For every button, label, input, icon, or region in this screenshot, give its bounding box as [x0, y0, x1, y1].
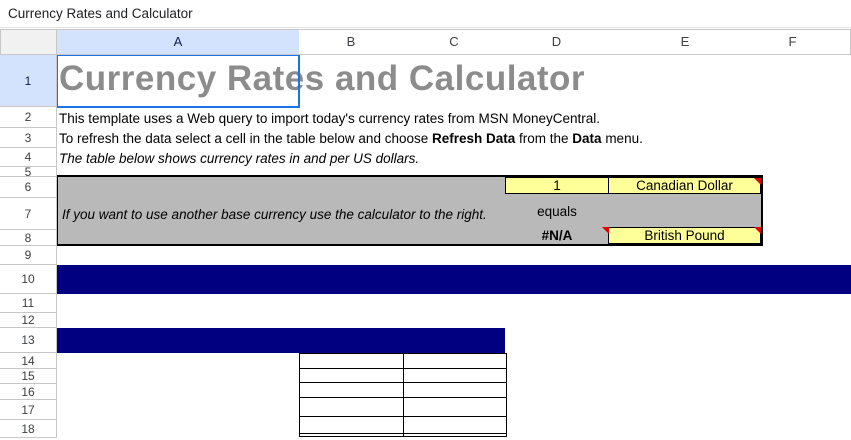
row-header-12[interactable]: 12	[0, 313, 57, 328]
to-currency-cell[interactable]: British Pound	[608, 227, 761, 244]
row-header-14[interactable]: 14	[0, 353, 57, 369]
column-header-E[interactable]: E	[608, 29, 763, 55]
empty-cell[interactable]	[300, 383, 404, 398]
row-header-8[interactable]: 8	[0, 230, 57, 246]
data-menu-label: Data	[572, 131, 601, 146]
column-headers: ABCDEF	[0, 29, 851, 55]
currency-rates-table	[299, 353, 507, 437]
navy-banner-row13[interactable]	[57, 328, 505, 353]
row-header-13[interactable]: 13	[0, 328, 57, 353]
empty-cell[interactable]	[300, 417, 404, 434]
empty-cell[interactable]	[404, 369, 507, 383]
row-header-15[interactable]: 15	[0, 369, 57, 384]
comment-indicator-icon	[602, 227, 609, 234]
row-headers: 123456789101112131415161718	[0, 55, 57, 438]
empty-cell[interactable]	[300, 354, 404, 369]
empty-cell[interactable]	[300, 434, 404, 437]
instruction-line-2: To refresh the data select a cell in the…	[59, 131, 643, 146]
row-header-2[interactable]: 2	[0, 107, 57, 128]
table-row	[300, 383, 507, 398]
row-header-17[interactable]: 17	[0, 400, 57, 420]
row-header-5[interactable]: 5	[0, 167, 57, 177]
empty-cell[interactable]	[404, 434, 507, 437]
instruction-line-1: This template uses a Web query to import…	[59, 111, 600, 126]
column-header-F[interactable]: F	[762, 29, 824, 55]
column-header-A[interactable]: A	[57, 29, 300, 55]
equals-label: equals	[505, 202, 609, 222]
currency-calculator-box: If you want to use another base currency…	[57, 175, 763, 246]
document-titlebar: Currency Rates and Calculator	[0, 0, 851, 28]
result-cell[interactable]: #N/A	[505, 227, 609, 244]
table-row	[300, 434, 507, 437]
refresh-data-label: Refresh Data	[432, 131, 515, 146]
comment-indicator-icon	[754, 227, 761, 234]
empty-cell[interactable]	[404, 383, 507, 398]
document-title: Currency Rates and Calculator	[8, 0, 193, 28]
row-header-3[interactable]: 3	[0, 128, 57, 148]
instruction-line-3: The table below shows currency rates in …	[59, 151, 419, 166]
row-header-18[interactable]: 18	[0, 420, 57, 438]
instruction-line-2-post: menu.	[602, 131, 643, 146]
column-header-partial[interactable]	[823, 29, 851, 55]
table-row	[300, 354, 507, 369]
sheet-heading-text: Currency Rates and Calculator	[59, 59, 585, 99]
comment-indicator-icon	[754, 178, 761, 185]
empty-cell[interactable]	[300, 369, 404, 383]
empty-cell[interactable]	[404, 398, 507, 417]
instruction-line-2-mid: from the	[515, 131, 572, 146]
from-currency-cell[interactable]: Canadian Dollar	[608, 177, 761, 194]
column-header-C[interactable]: C	[403, 29, 506, 55]
row-header-9[interactable]: 9	[0, 246, 57, 265]
navy-banner-row10[interactable]	[57, 265, 851, 294]
row-header-6[interactable]: 6	[0, 177, 57, 198]
empty-cell[interactable]	[404, 417, 507, 434]
table-row	[300, 398, 507, 417]
table-row	[300, 369, 507, 383]
select-all-corner[interactable]	[0, 29, 57, 55]
instruction-line-2-pre: To refresh the data select a cell in the…	[59, 131, 432, 146]
row-header-16[interactable]: 16	[0, 384, 57, 400]
calculator-note: If you want to use another base currency…	[62, 207, 487, 222]
table-row	[300, 417, 507, 434]
sheet-grid[interactable]: Currency Rates and Calculator This templ…	[57, 55, 851, 440]
row-header-7[interactable]: 7	[0, 198, 57, 230]
amount-input-cell[interactable]: 1	[505, 177, 609, 194]
empty-cell[interactable]	[300, 398, 404, 417]
empty-cell[interactable]	[404, 354, 507, 369]
row-header-10[interactable]: 10	[0, 265, 57, 294]
spreadsheet-app: Currency Rates and Calculator ABCDEF 123…	[0, 0, 851, 440]
row-header-11[interactable]: 11	[0, 294, 57, 313]
row-header-1[interactable]: 1	[0, 55, 57, 107]
column-header-D[interactable]: D	[505, 29, 609, 55]
column-header-B[interactable]: B	[299, 29, 404, 55]
